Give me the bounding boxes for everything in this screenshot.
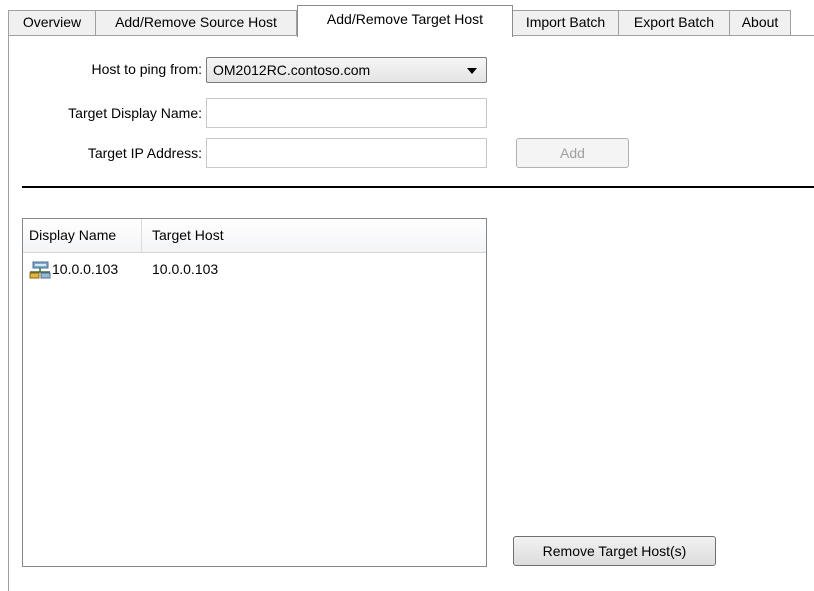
row-display-name: 10.0.0.103 (52, 261, 119, 277)
panel-border (8, 35, 9, 591)
chevron-down-icon (467, 68, 477, 74)
tab-about[interactable]: About (729, 10, 791, 35)
row-target-host: 10.0.0.103 (152, 261, 219, 277)
column-header-display-name[interactable]: Display Name (23, 219, 142, 252)
host-to-ping-value: OM2012RC.contoso.com (213, 62, 371, 78)
host-to-ping-label: Host to ping from: (91, 61, 203, 77)
target-ip-address-label: Target IP Address: (87, 145, 202, 161)
tab-add-remove-target-host[interactable]: Add/Remove Target Host (297, 5, 513, 37)
target-display-name-input[interactable] (206, 98, 487, 128)
tab-import-batch[interactable]: Import Batch (512, 10, 619, 35)
remove-target-hosts-button[interactable]: Remove Target Host(s) (513, 536, 716, 566)
list-header: Display Name Target Host (23, 219, 486, 253)
target-display-name-label: Target Display Name: (68, 105, 202, 121)
target-ip-address-input[interactable] (206, 138, 487, 168)
section-separator (22, 186, 814, 188)
network-computer-icon (29, 261, 51, 279)
add-button[interactable]: Add (516, 138, 629, 168)
column-header-target-host[interactable]: Target Host (142, 219, 486, 252)
host-to-ping-dropdown[interactable]: OM2012RC.contoso.com (206, 57, 487, 83)
tab-overview[interactable]: Overview (8, 10, 96, 35)
tab-export-batch[interactable]: Export Batch (618, 10, 730, 35)
target-host-list[interactable]: Display Name Target Host 10.0.0.103 10.0… (22, 218, 487, 567)
list-item[interactable]: 10.0.0.103 10.0.0.103 (23, 259, 486, 281)
tab-strip: Overview Add/Remove Source Host Add/Remo… (0, 0, 814, 37)
tab-add-remove-source-host[interactable]: Add/Remove Source Host (95, 10, 297, 35)
